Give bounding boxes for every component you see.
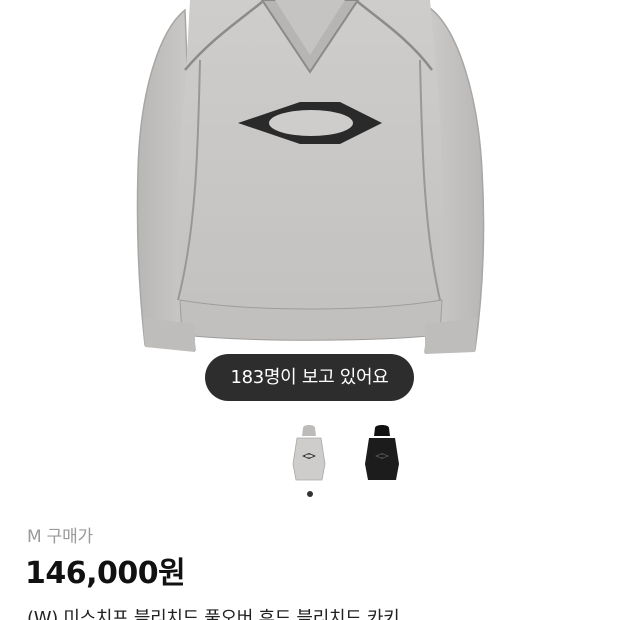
thumbnail-gray-hoodie[interactable] — [289, 424, 329, 484]
gray-washed-sweatshirt-image — [136, 0, 485, 354]
product-title: (W) 미스치프 블리치드 풀오버 후드 블리치드 카키 — [27, 608, 400, 620]
thumbnail-black-hoodie[interactable] — [362, 424, 402, 484]
price-label: M 구매가 — [27, 527, 93, 547]
viewer-count-badge: 183명이 보고 있어요 — [205, 354, 414, 401]
carousel-indicator-dot — [307, 491, 313, 497]
product-detail-page: 183명이 보고 있어요 M 구매가 146,000원 (W) 미스치프 블리치… — [0, 0, 620, 620]
price-value: 146,000원 — [25, 556, 186, 591]
black-hoodie-thumbnail — [365, 425, 399, 480]
gray-hoodie-thumbnail — [292, 425, 326, 481]
product-main-image[interactable] — [0, 0, 620, 360]
